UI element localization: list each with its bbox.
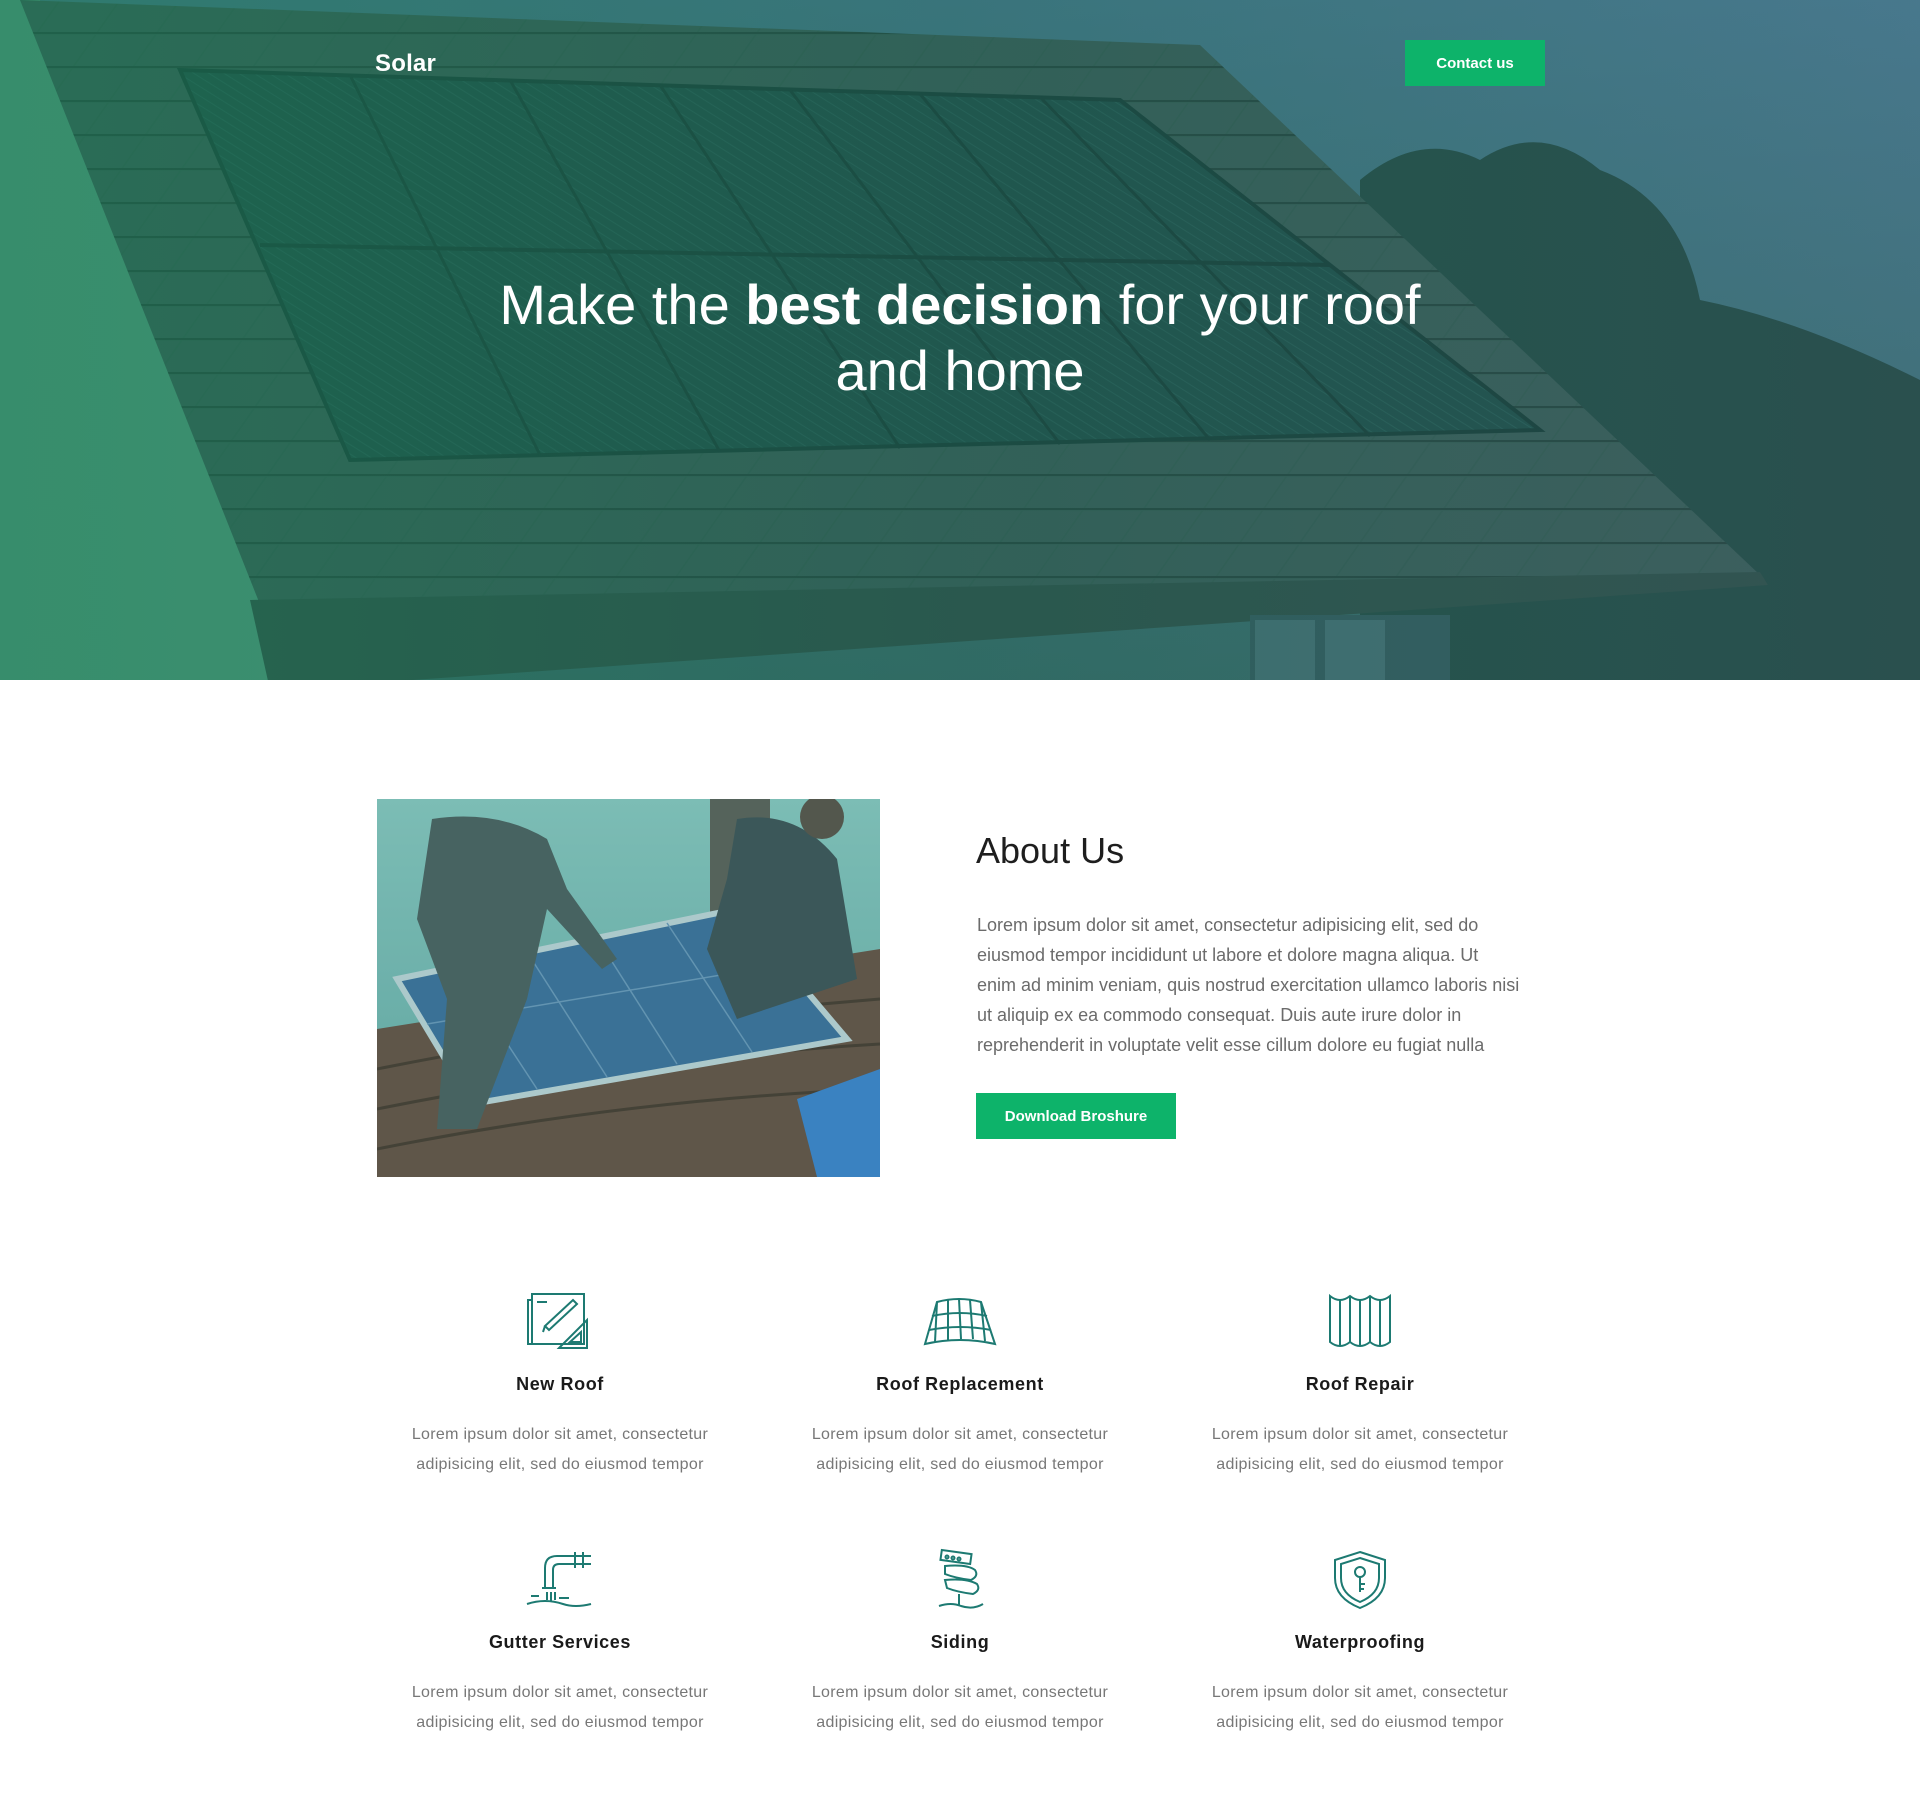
service-text: Lorem ipsum dolor sit amet, consectetur … [811,1684,1109,1731]
hero-title: Make the best decision for your roof and… [0,272,1920,404]
service-roof-replacement[interactable]: Roof Replacement Lorem ipsum dolor sit a… [760,1290,1160,1480]
download-brochure-button[interactable]: Download Broshure [976,1093,1176,1139]
blueprint-icon [527,1293,588,1349]
service-title: Waterproofing [1294,1632,1426,1652]
hero-title-pre: Make the [499,273,746,336]
service-text: Lorem ipsum dolor sit amet, consectetur … [411,1684,709,1731]
roof-sheet-icon [1329,1293,1391,1347]
service-gutter-services[interactable]: Gutter Services Lorem ipsum dolor sit am… [360,1548,760,1738]
service-title: Gutter Services [488,1632,632,1652]
roof-tiles-icon [923,1298,997,1346]
service-text: Lorem ipsum dolor sit amet, consectetur … [1211,1426,1509,1473]
service-text: Lorem ipsum dolor sit amet, consectetur … [811,1426,1109,1473]
service-siding[interactable]: Siding Lorem ipsum dolor sit amet, conse… [760,1548,1160,1738]
hero-title-line2: and home [835,339,1085,402]
shield-key-icon [1334,1550,1386,1610]
brand-logo[interactable]: Solar [375,50,436,78]
about-title: About Us [976,830,1125,871]
siding-panels-icon [938,1548,984,1609]
hero-title-post: for your roof [1103,273,1421,336]
service-title: Roof Repair [1305,1374,1415,1394]
service-text: Lorem ipsum dolor sit amet, consectetur … [1211,1684,1509,1731]
service-waterproofing[interactable]: Waterproofing Lorem ipsum dolor sit amet… [1160,1548,1560,1738]
gutter-pipe-icon [526,1552,592,1607]
service-new-roof[interactable]: New Roof Lorem ipsum dolor sit amet, con… [360,1290,760,1480]
service-title: Siding [930,1632,990,1652]
hero-title-bold: best decision [745,273,1104,336]
service-roof-repair[interactable]: Roof Repair Lorem ipsum dolor sit amet, … [1160,1290,1560,1480]
service-text: Lorem ipsum dolor sit amet, consectetur … [411,1426,709,1473]
contact-us-button[interactable]: Contact us [1405,40,1545,86]
hero-section: Solar Contact us Make the best decision … [0,0,1920,680]
about-photo-workers-installing-panels [377,799,880,1177]
service-title: New Roof [516,1374,604,1394]
service-title: Roof Replacement [876,1374,1044,1394]
about-text: Lorem ipsum dolor sit amet, consectetur … [977,915,1520,1055]
